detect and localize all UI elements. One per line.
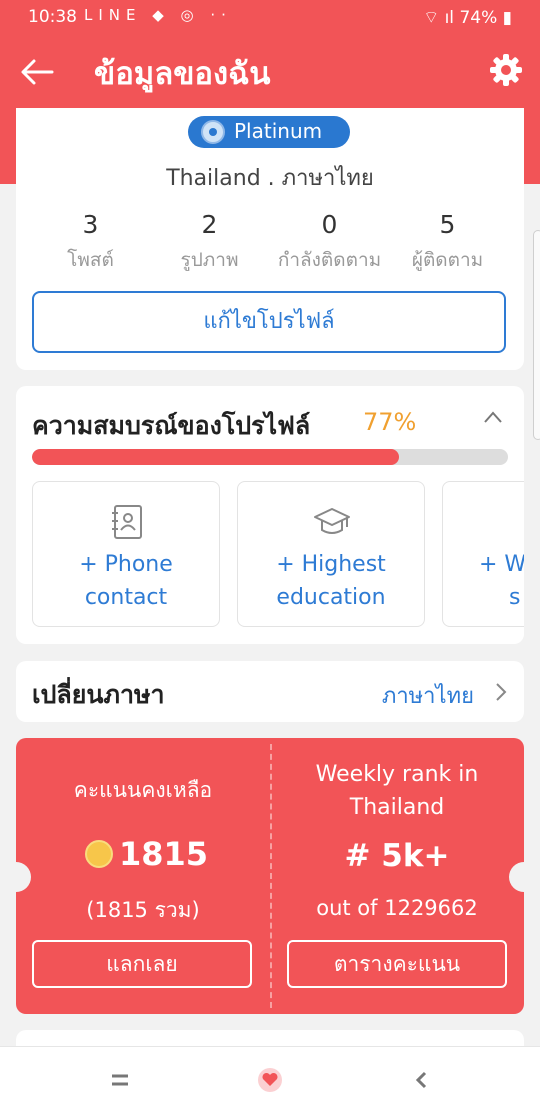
points-remaining-label: คะแนนคงเหลือ <box>73 778 213 802</box>
back-arrow-icon[interactable] <box>18 52 58 92</box>
tile-label-line2: s <box>509 585 521 610</box>
tile-label-line1: + W <box>479 552 524 577</box>
home-heart-icon[interactable] <box>250 1065 290 1095</box>
back-nav-icon[interactable] <box>402 1065 442 1095</box>
points-card: คะแนนคงเหลือ 1815 (1815 รวม) แลกเลย Week… <box>1 738 539 1014</box>
points-value: 1815 <box>119 835 209 873</box>
stat-value: 0 <box>321 210 338 239</box>
tile-label-line1: + Highest <box>276 552 386 577</box>
language-value: ภาษาไทย <box>381 684 474 709</box>
profile-completeness-card: ความสมบรณ์ของโปรไฟล์ 77% + Phone contact… <box>16 386 524 644</box>
chevron-right-icon <box>496 683 507 701</box>
stat-label: ผู้ติดตาม <box>411 249 484 271</box>
notification-icons: LINE ◆ ◎ ·· <box>84 6 232 24</box>
stat-value: 3 <box>82 210 99 239</box>
points-total: (1815 รวม) <box>86 898 200 922</box>
language-row[interactable]: เปลี่ยนภาษา ภาษาไทย <box>16 661 524 722</box>
rank-out-of: out of 1229662 <box>316 896 478 920</box>
tile-label-line1: + Phone <box>79 552 173 577</box>
points-section: คะแนนคงเหลือ 1815 (1815 รวม) แลกเลย <box>16 738 270 1014</box>
completeness-progress-bar <box>32 449 508 465</box>
contact-book-icon <box>112 505 142 539</box>
completeness-title: ความสมบรณ์ของโปรไฟล์ <box>32 411 311 440</box>
coin-icon <box>85 840 113 868</box>
rank-label-line2: Thailand <box>349 795 445 820</box>
stat-following[interactable]: 0 กำลังติดตาม <box>266 210 393 275</box>
tile-partial[interactable]: + W s <box>442 481 524 627</box>
status-time: 10:38 <box>28 7 77 27</box>
gear-icon[interactable] <box>486 50 526 90</box>
profile-location: Thailand . ภาษาไทย <box>166 166 374 191</box>
wifi-signal-icon: ⌔ ıl <box>423 8 460 28</box>
chevron-up-icon[interactable] <box>482 408 504 426</box>
graduation-cap-icon <box>314 508 350 534</box>
tile-label-line2: education <box>276 585 386 610</box>
battery-level: 74% <box>459 8 498 28</box>
redeem-button[interactable]: แลกเลย <box>32 940 252 988</box>
stat-value: 5 <box>439 210 456 239</box>
tile-highest-education[interactable]: + Highest education <box>237 481 425 627</box>
recent-apps-icon[interactable] <box>100 1065 140 1095</box>
system-nav-bar <box>0 1046 540 1111</box>
stat-label: รูปภาพ <box>180 249 239 271</box>
badge-label: Platinum <box>234 119 323 143</box>
stat-value: 2 <box>201 210 218 239</box>
tile-label-line2: contact <box>84 585 168 610</box>
status-bar: 10:38 LINE ◆ ◎ ·· ⌔ ıl 74% ▮ <box>0 0 540 34</box>
membership-badge: Platinum <box>188 116 350 148</box>
weekly-rank-label: Weekly rank in Thailand <box>270 758 524 824</box>
edit-profile-button[interactable]: แก้ไขโปรไฟล์ <box>32 291 506 353</box>
completeness-percent: 77% <box>363 408 417 436</box>
status-right: ⌔ ıl 74% ▮ <box>423 7 512 28</box>
rank-label-line1: Weekly rank in <box>315 762 479 787</box>
medal-icon <box>201 120 225 144</box>
progress-fill <box>32 449 399 465</box>
profile-card: Platinum Thailand . ภาษาไทย 3 โพสต์ 2 รู… <box>16 108 524 370</box>
leaderboard-button[interactable]: ตารางคะแนน <box>287 940 507 988</box>
page-title: ข้อมูลของฉัน <box>94 56 271 92</box>
rank-value: # 5k+ <box>344 838 450 874</box>
stat-photos[interactable]: 2 รูปภาพ <box>146 210 273 275</box>
stat-posts[interactable]: 3 โพสต์ <box>27 210 154 275</box>
app-bar: ข้อมูลของฉัน <box>0 34 540 108</box>
stat-followers[interactable]: 5 ผู้ติดตาม <box>384 210 511 275</box>
tile-label: + W s <box>479 548 524 614</box>
language-title: เปลี่ยนภาษา <box>32 680 165 709</box>
stat-label: โพสต์ <box>67 249 114 271</box>
tile-phone-contact[interactable]: + Phone contact <box>32 481 220 627</box>
stat-label: กำลังติดตาม <box>277 249 382 271</box>
tile-label: + Phone contact <box>33 548 219 614</box>
rank-section: Weekly rank in Thailand # 5k+ out of 122… <box>270 738 524 1014</box>
side-scroll-handle[interactable] <box>533 230 540 440</box>
tile-label: + Highest education <box>238 548 424 614</box>
battery-icon: ▮ <box>502 8 512 28</box>
